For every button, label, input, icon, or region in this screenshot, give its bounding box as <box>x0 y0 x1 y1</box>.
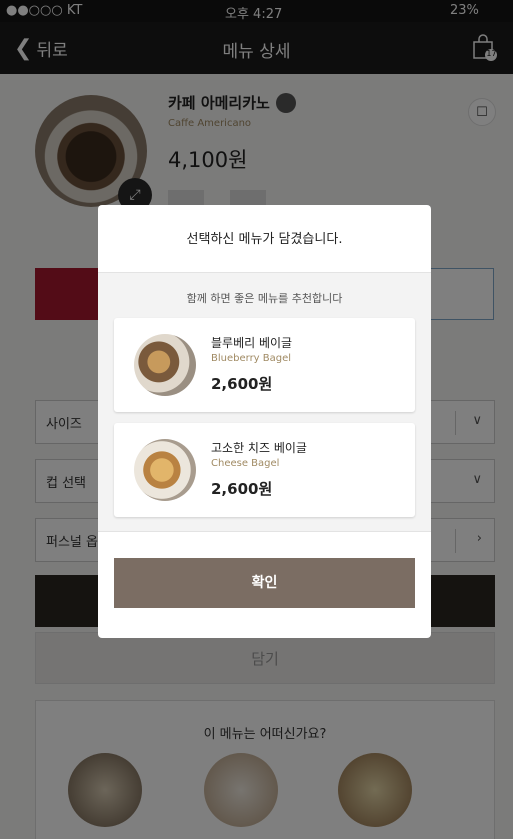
recommended-item[interactable]: 고소한 치즈 베이글 Cheese Bagel 2,600원 <box>114 423 415 517</box>
item-name: 블루베리 베이글 <box>211 336 293 350</box>
menu-detail-page: ●●○○○ KT 오후 4:27 23% ❮ 뒤로 메뉴 상세 17 ⤢ 카페 … <box>0 0 513 839</box>
added-to-cart-dialog: 선택하신 메뉴가 담겼습니다. 함께 하면 좋은 메뉴를 추천합니다 블루베리 … <box>98 205 431 638</box>
item-name-en: Blueberry Bagel <box>211 353 292 364</box>
item-name: 고소한 치즈 베이글 <box>211 441 307 455</box>
cheese-bagel-image <box>134 439 196 501</box>
item-price: 2,600원 <box>211 375 273 393</box>
confirm-button[interactable]: 확인 <box>114 558 415 608</box>
item-name-en: Cheese Bagel <box>211 458 280 469</box>
recommendation-list: 함께 하면 좋은 메뉴를 추천합니다 블루베리 베이글 Blueberry Ba… <box>98 273 431 532</box>
recommended-item[interactable]: 블루베리 베이글 Blueberry Bagel 2,600원 <box>114 318 415 412</box>
dialog-title: 선택하신 메뉴가 담겼습니다. <box>98 205 431 273</box>
recommendation-subtitle: 함께 하면 좋은 메뉴를 추천합니다 <box>186 292 343 305</box>
blueberry-bagel-image <box>134 334 196 396</box>
item-price: 2,600원 <box>211 480 273 498</box>
